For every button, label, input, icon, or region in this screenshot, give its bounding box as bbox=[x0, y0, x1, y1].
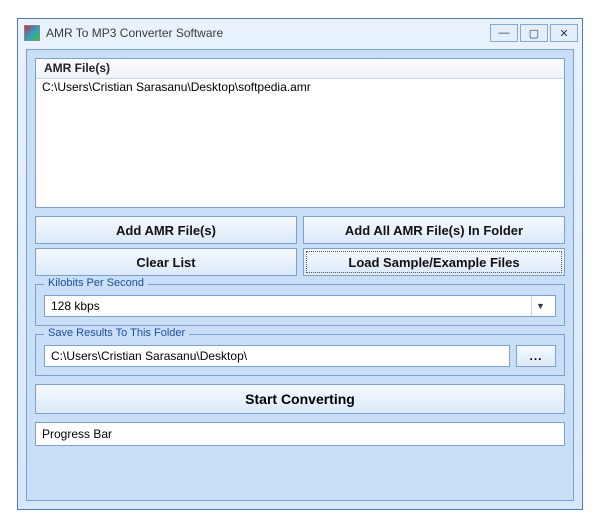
kilobits-value: 128 kbps bbox=[51, 299, 100, 313]
load-sample-button[interactable]: Load Sample/Example Files bbox=[303, 248, 565, 276]
file-list[interactable]: AMR File(s) C:\Users\Cristian Sarasanu\D… bbox=[35, 58, 565, 208]
window-chrome: AMR To MP3 Converter Software — ▢ ✕ AMR … bbox=[0, 0, 600, 528]
close-button[interactable]: ✕ bbox=[550, 24, 578, 42]
minimize-button[interactable]: — bbox=[490, 24, 518, 42]
kilobits-combo[interactable]: 128 kbps ▼ bbox=[44, 295, 556, 317]
maximize-button[interactable]: ▢ bbox=[520, 24, 548, 42]
progress-bar: Progress Bar bbox=[35, 422, 565, 446]
add-files-button[interactable]: Add AMR File(s) bbox=[35, 216, 297, 244]
save-folder-legend: Save Results To This Folder bbox=[44, 327, 189, 339]
app-frame: AMR To MP3 Converter Software — ▢ ✕ AMR … bbox=[17, 18, 583, 510]
save-folder-input[interactable]: C:\Users\Cristian Sarasanu\Desktop\ bbox=[44, 345, 510, 367]
add-folder-button[interactable]: Add All AMR File(s) In Folder bbox=[303, 216, 565, 244]
app-icon bbox=[24, 25, 40, 41]
progress-label: Progress Bar bbox=[42, 427, 112, 441]
browse-button[interactable]: ... bbox=[516, 345, 556, 367]
clear-list-button[interactable]: Clear List bbox=[35, 248, 297, 276]
start-converting-button[interactable]: Start Converting bbox=[35, 384, 565, 414]
save-folder-group: Save Results To This Folder C:\Users\Cri… bbox=[35, 334, 565, 376]
kilobits-legend: Kilobits Per Second bbox=[44, 277, 148, 289]
file-list-row[interactable]: C:\Users\Cristian Sarasanu\Desktop\softp… bbox=[36, 79, 564, 95]
window-title: AMR To MP3 Converter Software bbox=[46, 26, 488, 40]
chevron-down-icon[interactable]: ▼ bbox=[531, 296, 549, 316]
save-folder-value: C:\Users\Cristian Sarasanu\Desktop\ bbox=[51, 349, 247, 363]
client-area: AMR File(s) C:\Users\Cristian Sarasanu\D… bbox=[26, 49, 574, 501]
titlebar[interactable]: AMR To MP3 Converter Software — ▢ ✕ bbox=[18, 19, 582, 47]
file-list-header[interactable]: AMR File(s) bbox=[36, 59, 564, 79]
kilobits-group: Kilobits Per Second 128 kbps ▼ bbox=[35, 284, 565, 326]
